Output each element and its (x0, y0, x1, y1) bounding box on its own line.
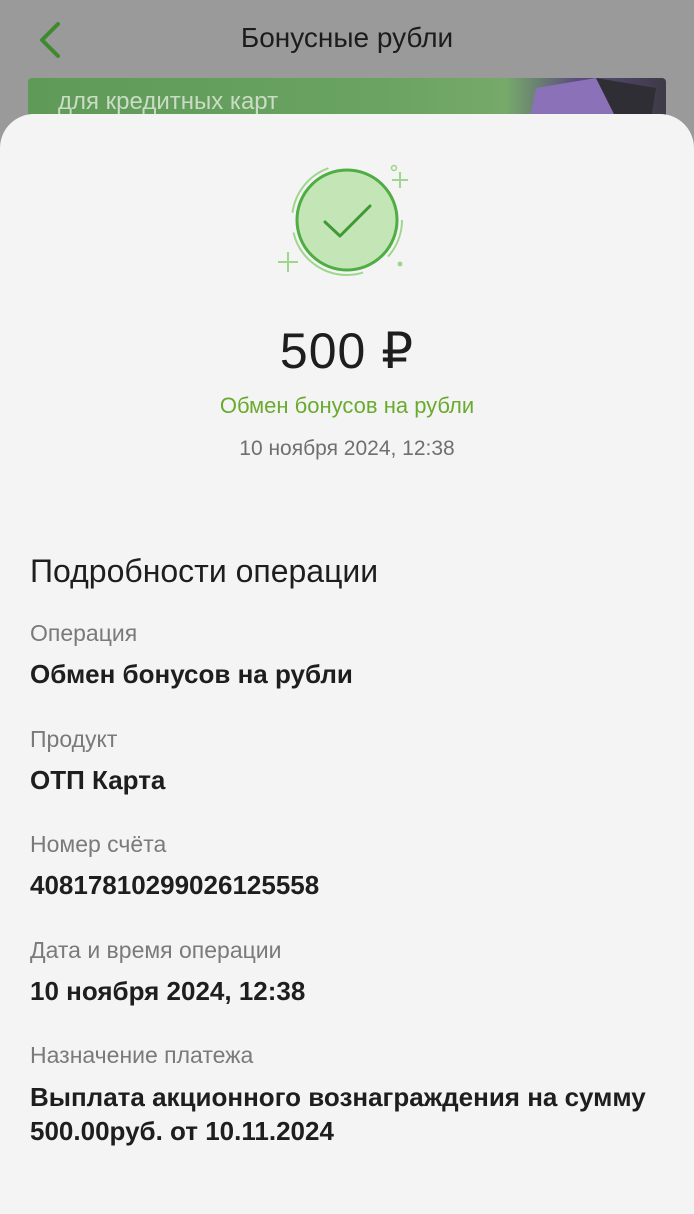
payment-purpose-value: Выплата акционного вознаграждения на сум… (30, 1082, 646, 1146)
top-bar: Бонусные рубли (0, 0, 694, 80)
payment-purpose-label: Назначение платежа (30, 1042, 254, 1068)
product-label: Продукт (30, 726, 118, 752)
banner-text: для кредитных карт (58, 88, 279, 115)
checkmark-circle-icon (278, 164, 408, 276)
datetime-value: 10 ноября 2024, 12:38 (30, 976, 306, 1006)
product-value: ОТП Карта (30, 765, 166, 795)
operation-label: Операция (30, 620, 138, 646)
transaction-amount: 500 ₽ (279, 323, 415, 379)
details-title: Подробности операции (30, 553, 379, 589)
account-number-value: 40817810299026125558 (30, 870, 320, 900)
operation-value: Обмен бонусов на рубли (30, 659, 353, 689)
account-number-label: Номер счёта (30, 831, 167, 857)
datetime-label: Дата и время операции (30, 937, 282, 963)
operation-datetime: 10 ноября 2024, 12:38 (239, 437, 455, 460)
page-title: Бонусные рубли (240, 22, 454, 53)
operation-subtitle: Обмен бонусов на рубли (219, 393, 475, 418)
